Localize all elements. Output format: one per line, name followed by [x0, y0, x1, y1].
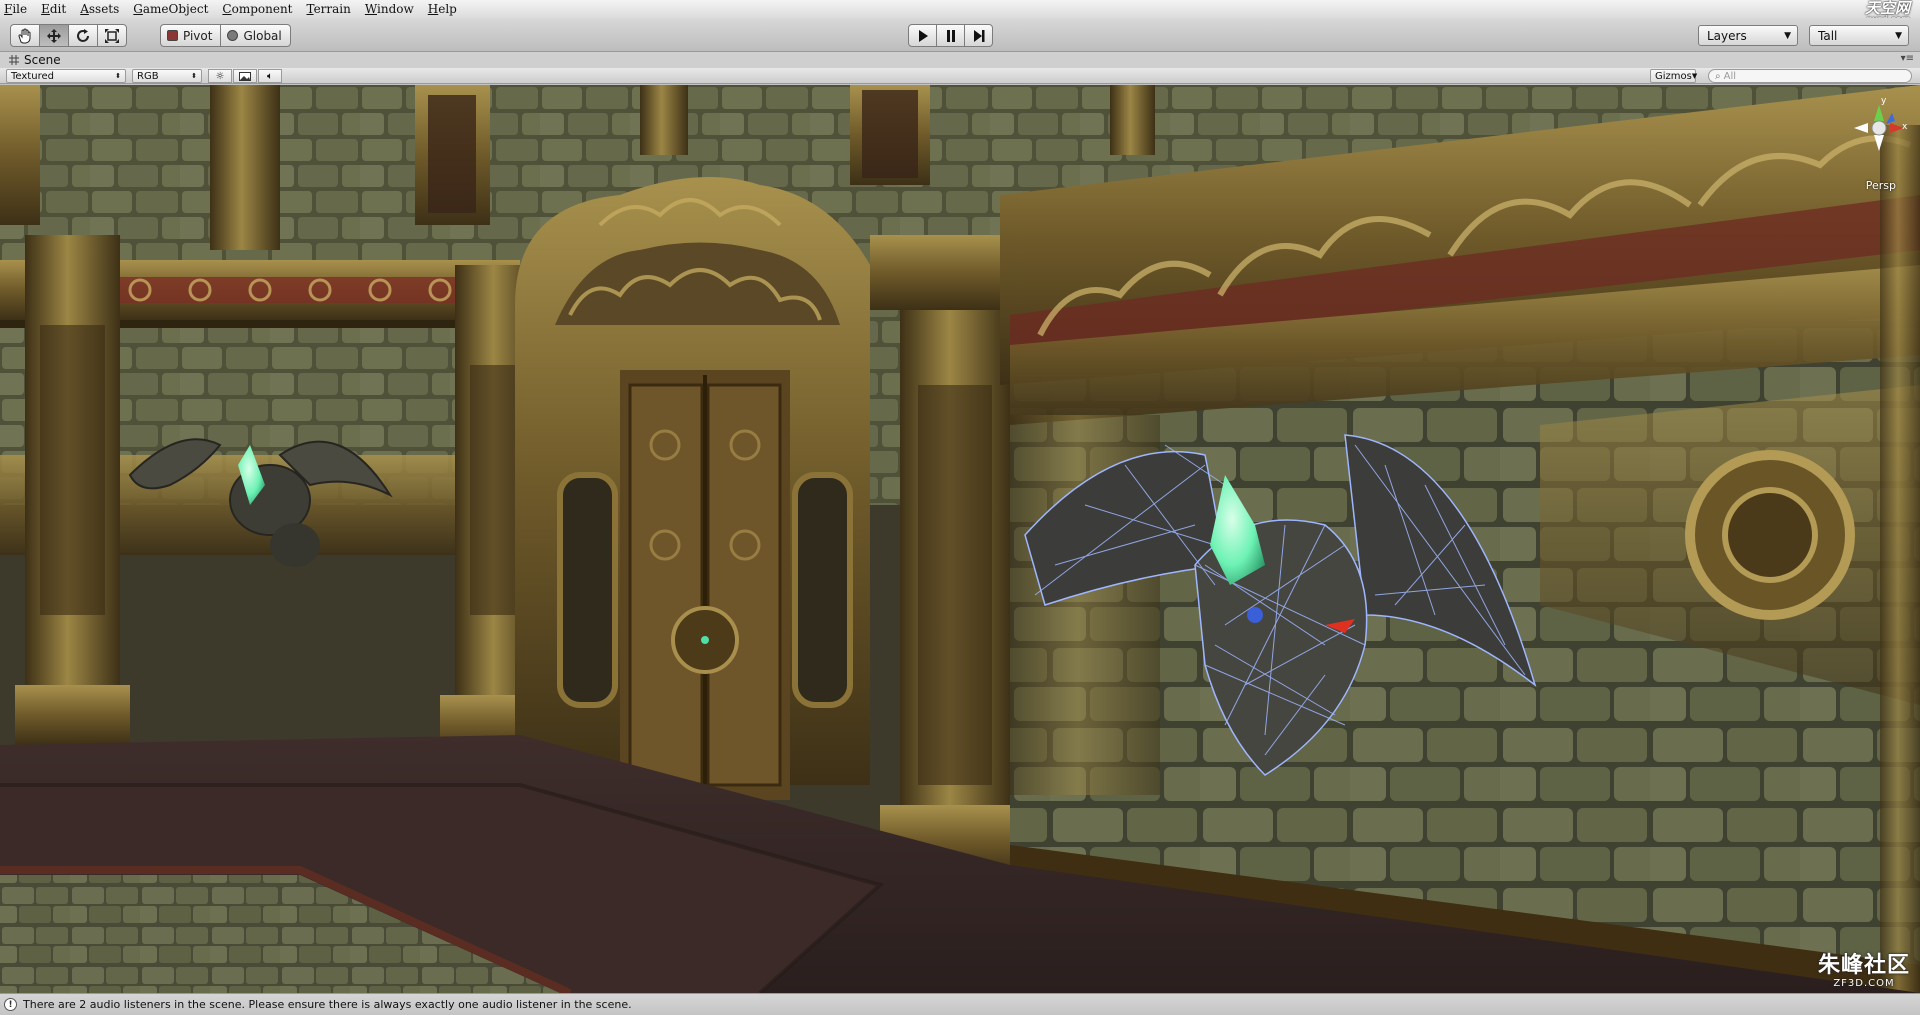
layers-label: Layers [1707, 28, 1747, 43]
menu-component[interactable]: Component [222, 2, 292, 16]
step-button[interactable] [964, 24, 993, 47]
layout-dropdown[interactable]: Tall ▼ [1809, 25, 1909, 46]
search-icon: ⌕ [1715, 70, 1721, 82]
watermark-top-logo: 天空网 [1864, 0, 1910, 17]
pause-icon [946, 29, 955, 42]
hand-icon [18, 27, 31, 43]
play-icon [918, 29, 928, 42]
gizmos-dropdown[interactable]: Gizmos ▼ [1650, 69, 1698, 83]
step-icon [973, 29, 984, 42]
speaker-icon: 🔈︎ [267, 70, 273, 82]
scene-lighting-toggle[interactable]: ☼ [208, 69, 232, 83]
svg-text:x: x [1902, 122, 1908, 132]
pivot-label: Pivot [183, 28, 213, 43]
channel-dropdown[interactable]: RGB ⬍ [132, 69, 202, 83]
status-bar[interactable]: ! There are 2 audio listeners in the sce… [0, 993, 1920, 1015]
move-tool-button[interactable] [39, 24, 69, 47]
menu-window[interactable]: Window [365, 2, 414, 16]
tab-scene[interactable]: Scene [0, 53, 61, 67]
scale-icon [105, 28, 119, 43]
menu-terrain[interactable]: Terrain [307, 2, 351, 16]
play-button[interactable] [908, 24, 937, 47]
scene-audio-toggle[interactable]: 🔈︎ [258, 69, 282, 83]
grid-icon [9, 55, 19, 65]
pivot-group: Pivot Global [160, 24, 291, 47]
gizmo-y-label: y [1881, 96, 1887, 106]
chevron-down-icon: ▼ [1895, 30, 1902, 41]
main-toolbar: Pivot Global Layers ▼ Tall ▼ [0, 18, 1920, 52]
watermark-bottom: 朱峰社区 ZF3D.COM [1817, 953, 1910, 990]
chevron-down-icon: ▼ [1784, 30, 1791, 41]
scene-search-input[interactable]: ⌕ All [1708, 69, 1912, 83]
updown-icon: ⬍ [115, 72, 121, 80]
rotate-icon [77, 28, 89, 42]
channel-label: RGB [137, 70, 159, 82]
render-mode-label: Textured [11, 70, 54, 82]
scene-overlay-toggle[interactable] [233, 69, 257, 83]
menu-gameobject[interactable]: GameObject [133, 2, 208, 16]
rotate-tool-button[interactable] [68, 24, 98, 47]
scene-toolbar: Textured ⬍ RGB ⬍ ☼ 🔈︎ Gizmos ▼ ⌕ All [0, 68, 1920, 84]
gizmos-label: Gizmos [1655, 70, 1692, 82]
search-placeholder: All [1723, 70, 1737, 82]
panel-menu-icon[interactable]: ▾≡ [1901, 53, 1914, 64]
globe-icon [227, 30, 239, 41]
hand-tool-button[interactable] [10, 24, 40, 47]
status-message: There are 2 audio listeners in the scene… [23, 998, 632, 1011]
scene-render [0, 85, 1920, 993]
pivot-icon [167, 30, 178, 41]
updown-icon: ⬍ [191, 72, 197, 80]
tab-scene-label: Scene [24, 53, 61, 67]
menu-bar: File Edit Assets GameObject Component Te… [0, 0, 1920, 18]
menu-file[interactable]: File [4, 2, 27, 16]
playback-controls [908, 24, 993, 47]
render-mode-dropdown[interactable]: Textured ⬍ [6, 69, 126, 83]
transform-tools [10, 24, 127, 47]
move-arrows-icon [47, 28, 61, 43]
layers-dropdown[interactable]: Layers ▼ [1698, 25, 1798, 46]
pause-button[interactable] [936, 24, 965, 47]
global-toggle[interactable]: Global [220, 24, 291, 47]
image-icon [239, 71, 251, 81]
scene-viewport[interactable]: y x Persp 朱峰社区 ZF3D.COM [0, 85, 1920, 993]
menu-edit[interactable]: Edit [41, 2, 66, 16]
info-icon: ! [4, 998, 17, 1011]
watermark-bottom-url: ZF3D.COM [1833, 978, 1895, 989]
scale-tool-button[interactable] [97, 24, 127, 47]
menu-help[interactable]: Help [428, 2, 457, 16]
projection-label[interactable]: Persp [1866, 179, 1896, 192]
sun-icon: ☼ [215, 70, 225, 82]
menu-assets[interactable]: Assets [80, 2, 119, 16]
layout-label: Tall [1818, 28, 1838, 43]
chevron-down-icon: ▼ [1691, 72, 1698, 80]
scene-tab-strip: Scene ▾≡ [0, 52, 1920, 68]
pivot-toggle[interactable]: Pivot [160, 24, 222, 47]
global-label: Global [243, 28, 282, 43]
watermark-bottom-title: 朱峰社区 [1817, 953, 1910, 978]
